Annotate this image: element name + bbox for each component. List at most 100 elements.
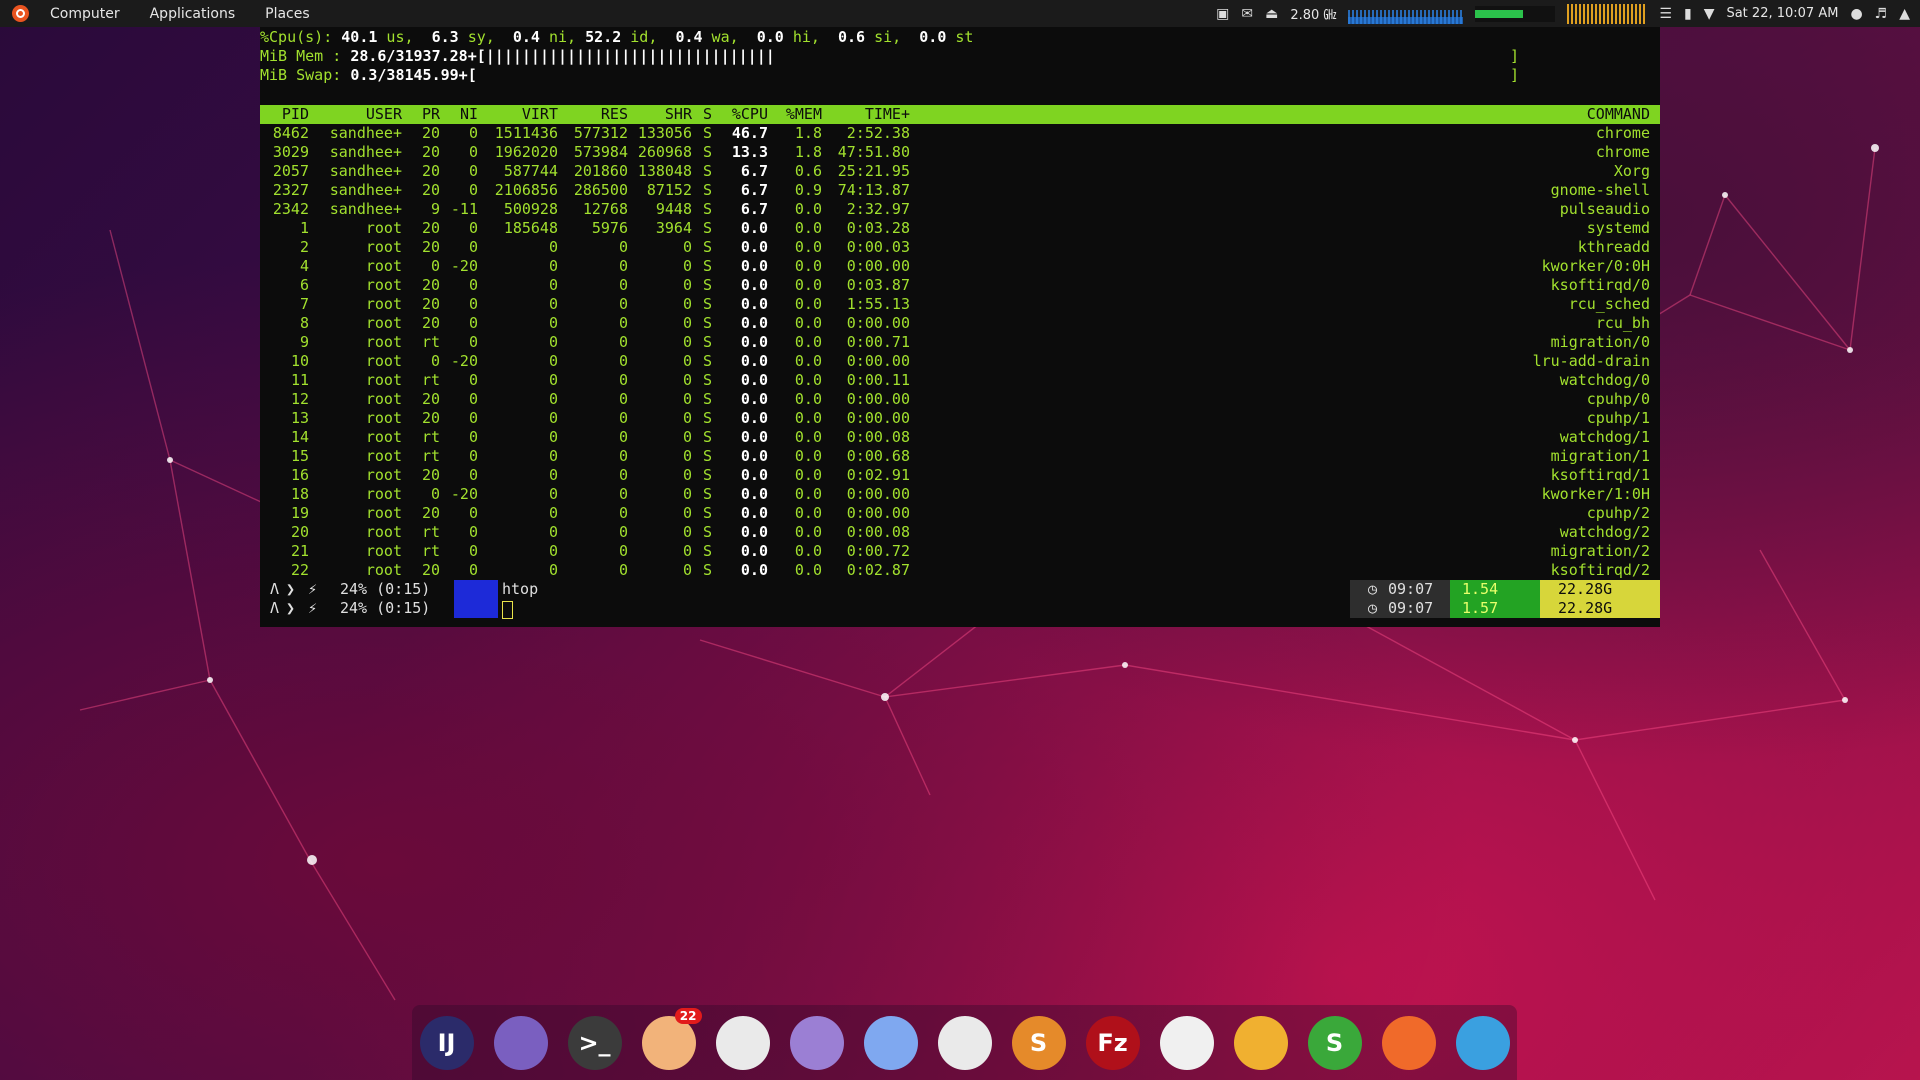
screenshot-icon[interactable]: ▣ xyxy=(1216,6,1229,22)
process-row[interactable]: 8 root 20 0 0 0 0 S 0.0 0.0 0:00.00 rcu_bh xyxy=(260,314,1660,333)
telegram-icon[interactable] xyxy=(1455,1015,1510,1070)
battery-icon[interactable]: ▮ xyxy=(1684,6,1692,22)
process-cell-mem: 0.0 xyxy=(794,561,822,579)
wifi-icon[interactable]: ▼ xyxy=(1704,6,1715,22)
column-header-ni[interactable]: NI xyxy=(460,105,478,124)
process-row[interactable]: 13 root 20 0 0 0 0 S 0.0 0.0 0:00.00 cpuhp/1 xyxy=(260,409,1660,428)
mail-icon[interactable]: 22 xyxy=(641,1007,702,1070)
clock[interactable]: Sat 22, 10:07 AM xyxy=(1726,6,1838,21)
notification-bell-icon[interactable]: ▲ xyxy=(1899,6,1910,22)
process-cell-s: S xyxy=(702,257,712,275)
process-cell-ni: 0 xyxy=(468,542,478,560)
remote-desktop-icon[interactable] xyxy=(863,1015,918,1070)
process-row[interactable]: 9 root rt 0 0 0 0 S 0.0 0.0 0:00.71 migration/0 xyxy=(260,333,1660,352)
process-row[interactable]: 19 root 20 0 0 0 0 S 0.0 0.0 0:00.00 cpuhp/2 xyxy=(260,504,1660,523)
mail-icon[interactable]: ✉ xyxy=(1241,6,1253,22)
process-row[interactable]: 15 root rt 0 0 0 0 S 0.0 0.0 0:00.68 migration/1 xyxy=(260,447,1660,466)
cpu-graph[interactable] xyxy=(1348,3,1464,24)
process-row[interactable]: 10 root 0 -20 0 0 0 S 0.0 0.0 0:00.00 lru-add-drain xyxy=(260,352,1660,371)
clipboard-icon[interactable]: ☰ xyxy=(1659,6,1672,22)
text-editor-icon[interactable] xyxy=(789,1015,844,1070)
user-icon[interactable]: ● xyxy=(1850,6,1862,22)
process-row[interactable]: 16 root 20 0 0 0 0 S 0.0 0.0 0:02.91 ksoftirqd/1 xyxy=(260,466,1660,485)
memory-graph[interactable] xyxy=(1475,5,1556,22)
files-icon[interactable] xyxy=(493,1015,548,1070)
prompt-line-1[interactable]: Λ ❯ ⚡ 24% (0:15) htop ◷ 09:07 1.54 22.28… xyxy=(260,580,1660,599)
process-cell-shr: 260968 xyxy=(637,143,692,161)
column-header-res[interactable]: RES xyxy=(601,105,628,124)
process-row[interactable]: 4 root 0 -20 0 0 0 S 0.0 0.0 0:00.00 kworker/0:0H xyxy=(260,257,1660,276)
process-table-header[interactable]: PID USER PR NI VIRT RES SHR S %CPU %MEM TIME+ COMMA… xyxy=(260,105,1660,124)
system-monitor-icon[interactable] xyxy=(1159,1015,1214,1070)
column-header-user[interactable]: USER xyxy=(366,105,402,124)
process-cell-pid: 12 xyxy=(290,390,309,408)
process-cell-shr: 0 xyxy=(682,485,692,503)
chrome-icon[interactable] xyxy=(937,1015,992,1070)
intellij-icon[interactable]: IJ xyxy=(419,1015,474,1070)
column-header-time[interactable]: TIME+ xyxy=(865,105,910,124)
load-graph[interactable] xyxy=(1567,3,1648,24)
filezilla-icon[interactable]: Fz xyxy=(1085,1015,1140,1070)
column-header-pid[interactable]: PID xyxy=(282,105,309,124)
column-header-cpu[interactable]: %CPU xyxy=(732,105,768,124)
process-cell-pr: 20 xyxy=(421,162,440,180)
process-row[interactable]: 20 root rt 0 0 0 0 S 0.0 0.0 0:00.08 watchdog/2 xyxy=(260,523,1660,542)
process-cell-command: ksoftirqd/0 xyxy=(1550,276,1650,294)
column-header-s[interactable]: S xyxy=(703,105,712,124)
process-row[interactable]: 3029 sandhee+ 20 0 1962020 573984 260968 S 13.3 1… xyxy=(260,143,1660,162)
ubuntu-logo-icon[interactable] xyxy=(12,5,29,22)
shutter-icon[interactable] xyxy=(715,1015,770,1070)
column-header-virt[interactable]: VIRT xyxy=(522,105,558,124)
menu-computer[interactable]: Computer xyxy=(35,6,135,22)
process-row[interactable]: 18 root 0 -20 0 0 0 S 0.0 0.0 0:00.00 kworker/1:0H xyxy=(260,485,1660,504)
menu-places[interactable]: Places xyxy=(250,6,325,22)
process-cell-ni: -20 xyxy=(450,257,478,275)
process-cell-res: 0 xyxy=(618,371,628,389)
mysql-workbench-icon[interactable] xyxy=(1233,1015,1288,1070)
process-row[interactable]: 2 root 20 0 0 0 0 S 0.0 0.0 0:00.03 kthreadd xyxy=(260,238,1660,257)
process-cell-cpu: 0.0 xyxy=(740,371,768,389)
process-row[interactable]: 2327 sandhee+ 20 0 2106856 286500 87152 S 6.7 0.9… xyxy=(260,181,1660,200)
process-cell-res: 0 xyxy=(618,390,628,408)
process-row[interactable]: 22 root 20 0 0 0 0 S 0.0 0.0 0:02.87 ksoftirqd/2 xyxy=(260,561,1660,580)
process-row[interactable]: 6 root 20 0 0 0 0 S 0.0 0.0 0:03.87 ksoftirqd/0 xyxy=(260,276,1660,295)
process-row[interactable]: 2057 sandhee+ 20 0 587744 201860 138048 S 6.7 0.6… xyxy=(260,162,1660,181)
process-cell-time: 0:00.71 xyxy=(846,333,910,351)
process-cell-pr: 20 xyxy=(421,219,440,237)
menu-applications[interactable]: Applications xyxy=(135,6,251,22)
column-header-mem[interactable]: %MEM xyxy=(786,105,822,124)
process-row[interactable]: 12 root 20 0 0 0 0 S 0.0 0.0 0:00.00 cpuhp/0 xyxy=(260,390,1660,409)
postman-icon[interactable] xyxy=(1381,1015,1436,1070)
process-cell-command: chrome xyxy=(1595,143,1650,161)
process-row[interactable]: 21 root rt 0 0 0 0 S 0.0 0.0 0:00.72 migration/2 xyxy=(260,542,1660,561)
eject-icon[interactable]: ⏏ xyxy=(1265,6,1278,22)
prompt-line-2[interactable]: Λ ❯ ⚡ 24% (0:15) ◷ 09:07 1.57 22.28G xyxy=(260,599,1660,619)
process-row[interactable]: 14 root rt 0 0 0 0 S 0.0 0.0 0:00.08 watchdog/1 xyxy=(260,428,1660,447)
sublime-icon[interactable]: S xyxy=(1011,1015,1066,1070)
process-cell-mem: 0.0 xyxy=(794,542,822,560)
process-row[interactable]: 8462 sandhee+ 20 0 1511436 577312 133056 S 46.7 1… xyxy=(260,124,1660,143)
process-cell-pr: rt xyxy=(421,333,440,351)
process-row[interactable]: 11 root rt 0 0 0 0 S 0.0 0.0 0:00.11 watchdog/0 xyxy=(260,371,1660,390)
process-cell-shr: 0 xyxy=(682,314,692,332)
terminal-icon[interactable]: >_ xyxy=(567,1015,622,1070)
column-header-command[interactable]: COMMAND xyxy=(1587,105,1650,124)
process-cell-cpu: 0.0 xyxy=(740,561,768,579)
process-cell-virt: 500928 xyxy=(503,200,558,218)
sublime-merge-icon[interactable]: S xyxy=(1307,1015,1362,1070)
process-cell-cpu: 6.7 xyxy=(740,181,768,199)
process-row[interactable]: 2342 sandhee+ 9 -11 500928 12768 9448 S 6.7 0.0 2:… xyxy=(260,200,1660,219)
terminal-window[interactable]: %Cpu(s): 40.1 us, 6.3 sy, 0.4 ni, 52.2 i… xyxy=(260,27,1660,627)
cpu-ni: 0.4 xyxy=(512,28,540,46)
process-row[interactable]: 1 root 20 0 185648 5976 3964 S 0.0 0.0 0:03.28 syst… xyxy=(260,219,1660,238)
process-cell-time: 0:00.72 xyxy=(846,542,910,560)
cpu-frequency[interactable]: 2.80 ㎓ xyxy=(1290,4,1336,23)
column-header-shr[interactable]: SHR xyxy=(665,105,692,124)
process-cell-virt: 0 xyxy=(548,428,558,446)
process-cell-user: root xyxy=(365,466,402,484)
column-header-pr[interactable]: PR xyxy=(422,105,440,124)
process-cell-ni: 0 xyxy=(468,466,478,484)
volume-icon[interactable]: ♬ xyxy=(1875,6,1888,22)
process-cell-shr: 0 xyxy=(682,466,692,484)
process-row[interactable]: 7 root 20 0 0 0 0 S 0.0 0.0 1:55.13 rcu_sched xyxy=(260,295,1660,314)
